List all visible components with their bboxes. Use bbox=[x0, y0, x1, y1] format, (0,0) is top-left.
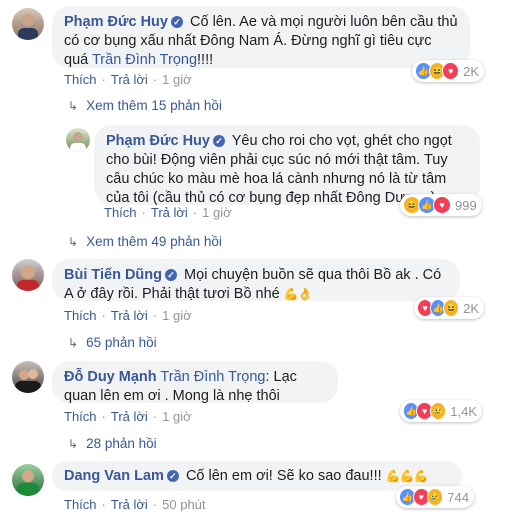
like-link[interactable]: Thích bbox=[64, 308, 97, 323]
comment-actions: Thích · Trả lời · 1 giờ bbox=[104, 205, 232, 220]
haha-icon: 😆 bbox=[443, 299, 460, 317]
like-link[interactable]: Thích bbox=[104, 205, 137, 220]
view-more-label: Xem thêm 15 phản hồi bbox=[86, 98, 222, 113]
sad-icon: 😢 bbox=[429, 402, 447, 420]
avatar-image bbox=[18, 14, 38, 40]
love-icon: ♥ bbox=[433, 196, 451, 214]
comment-actions: Thích · Trả lời · 1 giờ bbox=[64, 72, 192, 87]
reply-bubble: Phạm Đức Huy ✓ Yêu cho roi cho vọt, ghét … bbox=[94, 125, 480, 206]
reactions-summary[interactable]: 😆 👍 ♥ 999 bbox=[400, 194, 482, 216]
avatar-image bbox=[17, 470, 39, 496]
comment-bubble: Đỗ Duy Mạnh Trần Đình Trọng: Lạc quan lê… bbox=[52, 361, 338, 404]
mention-link[interactable]: Trần Đình Trọng bbox=[160, 369, 265, 385]
commenter-name[interactable]: Đỗ Duy Mạnh bbox=[64, 369, 157, 385]
commenter-name[interactable]: Phạm Đức Huy bbox=[106, 133, 210, 149]
view-more-label: 28 phản hồi bbox=[86, 436, 157, 451]
verified-icon: ✓ bbox=[212, 135, 225, 147]
commenter-name[interactable]: Phạm Đức Huy bbox=[64, 14, 168, 30]
reply-link[interactable]: Trả lời bbox=[111, 72, 148, 87]
avatar[interactable] bbox=[66, 128, 90, 152]
reaction-count: 1,4K bbox=[450, 403, 478, 419]
timestamp[interactable]: 1 giờ bbox=[162, 409, 192, 424]
reply-link[interactable]: Trả lời bbox=[111, 497, 148, 512]
reply-arrow-icon: ↳ bbox=[68, 99, 79, 113]
like-link[interactable]: Thích bbox=[64, 409, 97, 424]
reply-link[interactable]: Trả lời bbox=[151, 205, 188, 220]
avatar-image bbox=[15, 369, 41, 393]
view-more-label: 65 phản hồi bbox=[86, 335, 157, 350]
reactions-summary[interactable]: ♥ 👍 😆 2K bbox=[414, 297, 484, 319]
verified-icon: ✓ bbox=[170, 16, 183, 28]
reactions-summary[interactable]: 👍 😆 ♥ 2K bbox=[412, 60, 484, 82]
love-icon: ♥ bbox=[442, 62, 460, 80]
sad-icon: 😢 bbox=[426, 488, 444, 506]
reaction-count: 2K bbox=[463, 300, 479, 316]
emoji: 💪👌 bbox=[283, 287, 313, 301]
reactions-summary[interactable]: 👍 ♥ 😢 744 bbox=[396, 486, 474, 508]
reply-arrow-icon: ↳ bbox=[68, 336, 79, 350]
mention-link[interactable]: Trần Đình Trọng bbox=[92, 52, 197, 68]
verified-icon: ✓ bbox=[165, 269, 178, 281]
like-link[interactable]: Thích bbox=[64, 72, 97, 87]
commenter-name[interactable]: Dang Van Lam bbox=[64, 468, 164, 484]
comment-bubble: Bùi Tiến Dũng ✓ Mọi chuyện buồn sẽ qua th… bbox=[52, 259, 460, 302]
comment-bubble: Phạm Đức Huy ✓ Cố lên. Ae và mọi người lu… bbox=[52, 6, 470, 68]
comment-actions: Thích · Trả lời · 1 giờ bbox=[64, 308, 192, 323]
view-more-replies[interactable]: ↳ Xem thêm 49 phản hồi bbox=[68, 234, 222, 249]
reaction-count: 744 bbox=[447, 489, 469, 505]
comment-text-tail: !!!! bbox=[197, 52, 214, 68]
avatar[interactable] bbox=[12, 259, 44, 291]
timestamp[interactable]: 1 giờ bbox=[202, 205, 232, 220]
comment-actions: Thích · Trả lời · 1 giờ bbox=[64, 409, 192, 424]
reactions-summary[interactable]: 👍 ♥ 😢 1,4K bbox=[400, 400, 482, 422]
reaction-count: 999 bbox=[455, 197, 477, 213]
view-more-replies[interactable]: ↳ Xem thêm 15 phản hồi bbox=[68, 98, 222, 113]
avatar[interactable] bbox=[12, 8, 44, 40]
timestamp[interactable]: 1 giờ bbox=[162, 72, 192, 87]
reply-arrow-icon: ↳ bbox=[68, 437, 79, 451]
comment-text: Cố lên em ơi! Sẽ ko sao đau!!! bbox=[185, 468, 382, 484]
reply-link[interactable]: Trả lời bbox=[111, 409, 148, 424]
like-link[interactable]: Thích bbox=[64, 497, 97, 512]
reply-arrow-icon: ↳ bbox=[68, 235, 79, 249]
avatar-image bbox=[70, 132, 86, 152]
commenter-name[interactable]: Bùi Tiến Dũng bbox=[64, 267, 162, 283]
comment-actions: Thích · Trả lời · 50 phút bbox=[64, 497, 206, 512]
emoji: 💪💪💪 bbox=[385, 469, 429, 483]
view-more-label: Xem thêm 49 phản hồi bbox=[86, 234, 222, 249]
avatar-image bbox=[17, 265, 39, 291]
avatar[interactable] bbox=[12, 464, 44, 496]
reply-link[interactable]: Trả lời bbox=[111, 308, 148, 323]
timestamp[interactable]: 50 phút bbox=[162, 497, 205, 512]
avatar[interactable] bbox=[12, 361, 44, 393]
view-more-replies[interactable]: ↳ 65 phản hồi bbox=[68, 335, 157, 350]
reaction-count: 2K bbox=[463, 63, 480, 79]
verified-icon: ✓ bbox=[166, 470, 179, 482]
timestamp[interactable]: 1 giờ bbox=[162, 308, 192, 323]
view-more-replies[interactable]: ↳ 28 phản hồi bbox=[68, 436, 157, 451]
